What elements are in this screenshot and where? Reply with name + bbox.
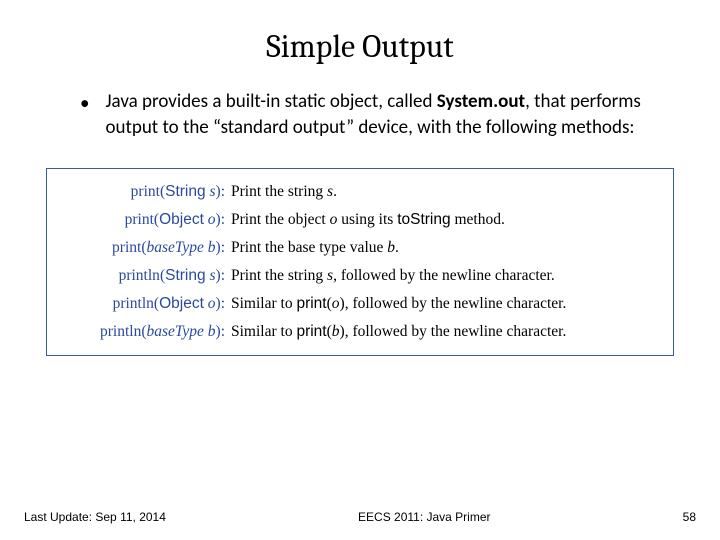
desc-text: , followed by the newline character. [333, 267, 555, 284]
method-type: String [165, 183, 206, 200]
method-signature: print(String s): [61, 183, 231, 201]
method-signature: println(baseType b): [61, 323, 231, 341]
slide-title: Simple Output [40, 28, 680, 65]
desc-var: b [387, 239, 395, 256]
method-row: println(String s): Print the string s, f… [61, 267, 659, 285]
method-fn: print [125, 211, 154, 228]
desc-var: b [332, 323, 340, 340]
desc-text: Print the base type value [231, 239, 387, 256]
bullet-text-pre: Java provides a built-in static object, … [105, 90, 436, 113]
method-param: o [208, 211, 216, 228]
method-fn: print [112, 239, 141, 256]
desc-sans: print [296, 323, 326, 340]
method-row: println(baseType b): Similar to print(b)… [61, 323, 659, 341]
method-fn: print [131, 183, 160, 200]
desc-text: Similar to [231, 295, 296, 312]
method-desc: Print the object o using its toString me… [231, 211, 659, 229]
method-fn: println [100, 323, 141, 340]
desc-var: o [332, 295, 340, 312]
desc-text: Similar to [231, 323, 296, 340]
method-desc: Similar to print(b), followed by the new… [231, 323, 659, 341]
desc-text: Print the string [231, 267, 327, 284]
method-signature: print(baseType b): [61, 239, 231, 257]
desc-text: , followed by the newline character. [345, 323, 567, 340]
desc-text: , followed by the newline character. [345, 295, 567, 312]
method-desc: Similar to print(o), followed by the new… [231, 295, 659, 313]
desc-text: . [395, 239, 399, 256]
method-row: print(Object o): Print the object o usin… [61, 211, 659, 229]
method-signature: print(Object o): [61, 211, 231, 229]
desc-sans: toString [397, 211, 450, 228]
method-row: print(baseType b): Print the base type v… [61, 239, 659, 257]
desc-text: Print the string [231, 183, 327, 200]
method-param: o [208, 295, 216, 312]
method-param: b [208, 323, 216, 340]
method-type: String [165, 267, 206, 284]
desc-text: method. [451, 211, 505, 228]
method-type: baseType [147, 323, 204, 340]
footer-course: EECS 2011: Java Primer [166, 510, 683, 524]
method-row: println(Object o): Similar to print(o), … [61, 295, 659, 313]
method-fn: println [119, 267, 160, 284]
desc-text: . [333, 183, 337, 200]
method-fn: println [113, 295, 154, 312]
method-type: Object [159, 295, 204, 312]
method-row: print(String s): Print the string s. [61, 183, 659, 201]
bullet-dot-icon: • [80, 91, 89, 117]
method-param: s [209, 267, 215, 284]
method-desc: Print the base type value b. [231, 239, 659, 257]
footer-page-number: 58 [683, 510, 696, 524]
method-type: Object [159, 211, 204, 228]
method-signature: println(String s): [61, 267, 231, 285]
method-desc: Print the string s. [231, 183, 659, 201]
method-param: b [208, 239, 216, 256]
method-desc: Print the string s, followed by the newl… [231, 267, 659, 285]
desc-text: using its [337, 211, 397, 228]
bullet-text-bold: System.out [437, 90, 525, 113]
desc-sans: print [296, 295, 326, 312]
method-type: baseType [147, 239, 204, 256]
footer-date: Last Update: Sep 11, 2014 [24, 510, 166, 524]
slide-footer: Last Update: Sep 11, 2014 EECS 2011: Jav… [0, 510, 720, 524]
desc-text: Print the object [231, 211, 330, 228]
slide: Simple Output • Java provides a built-in… [0, 0, 720, 540]
method-signature: println(Object o): [61, 295, 231, 313]
method-table: print(String s): Print the string s. pri… [46, 168, 674, 356]
bullet-text: Java provides a built-in static object, … [105, 89, 660, 140]
bullet-item: • Java provides a built-in static object… [80, 89, 660, 140]
method-param: s [209, 183, 215, 200]
